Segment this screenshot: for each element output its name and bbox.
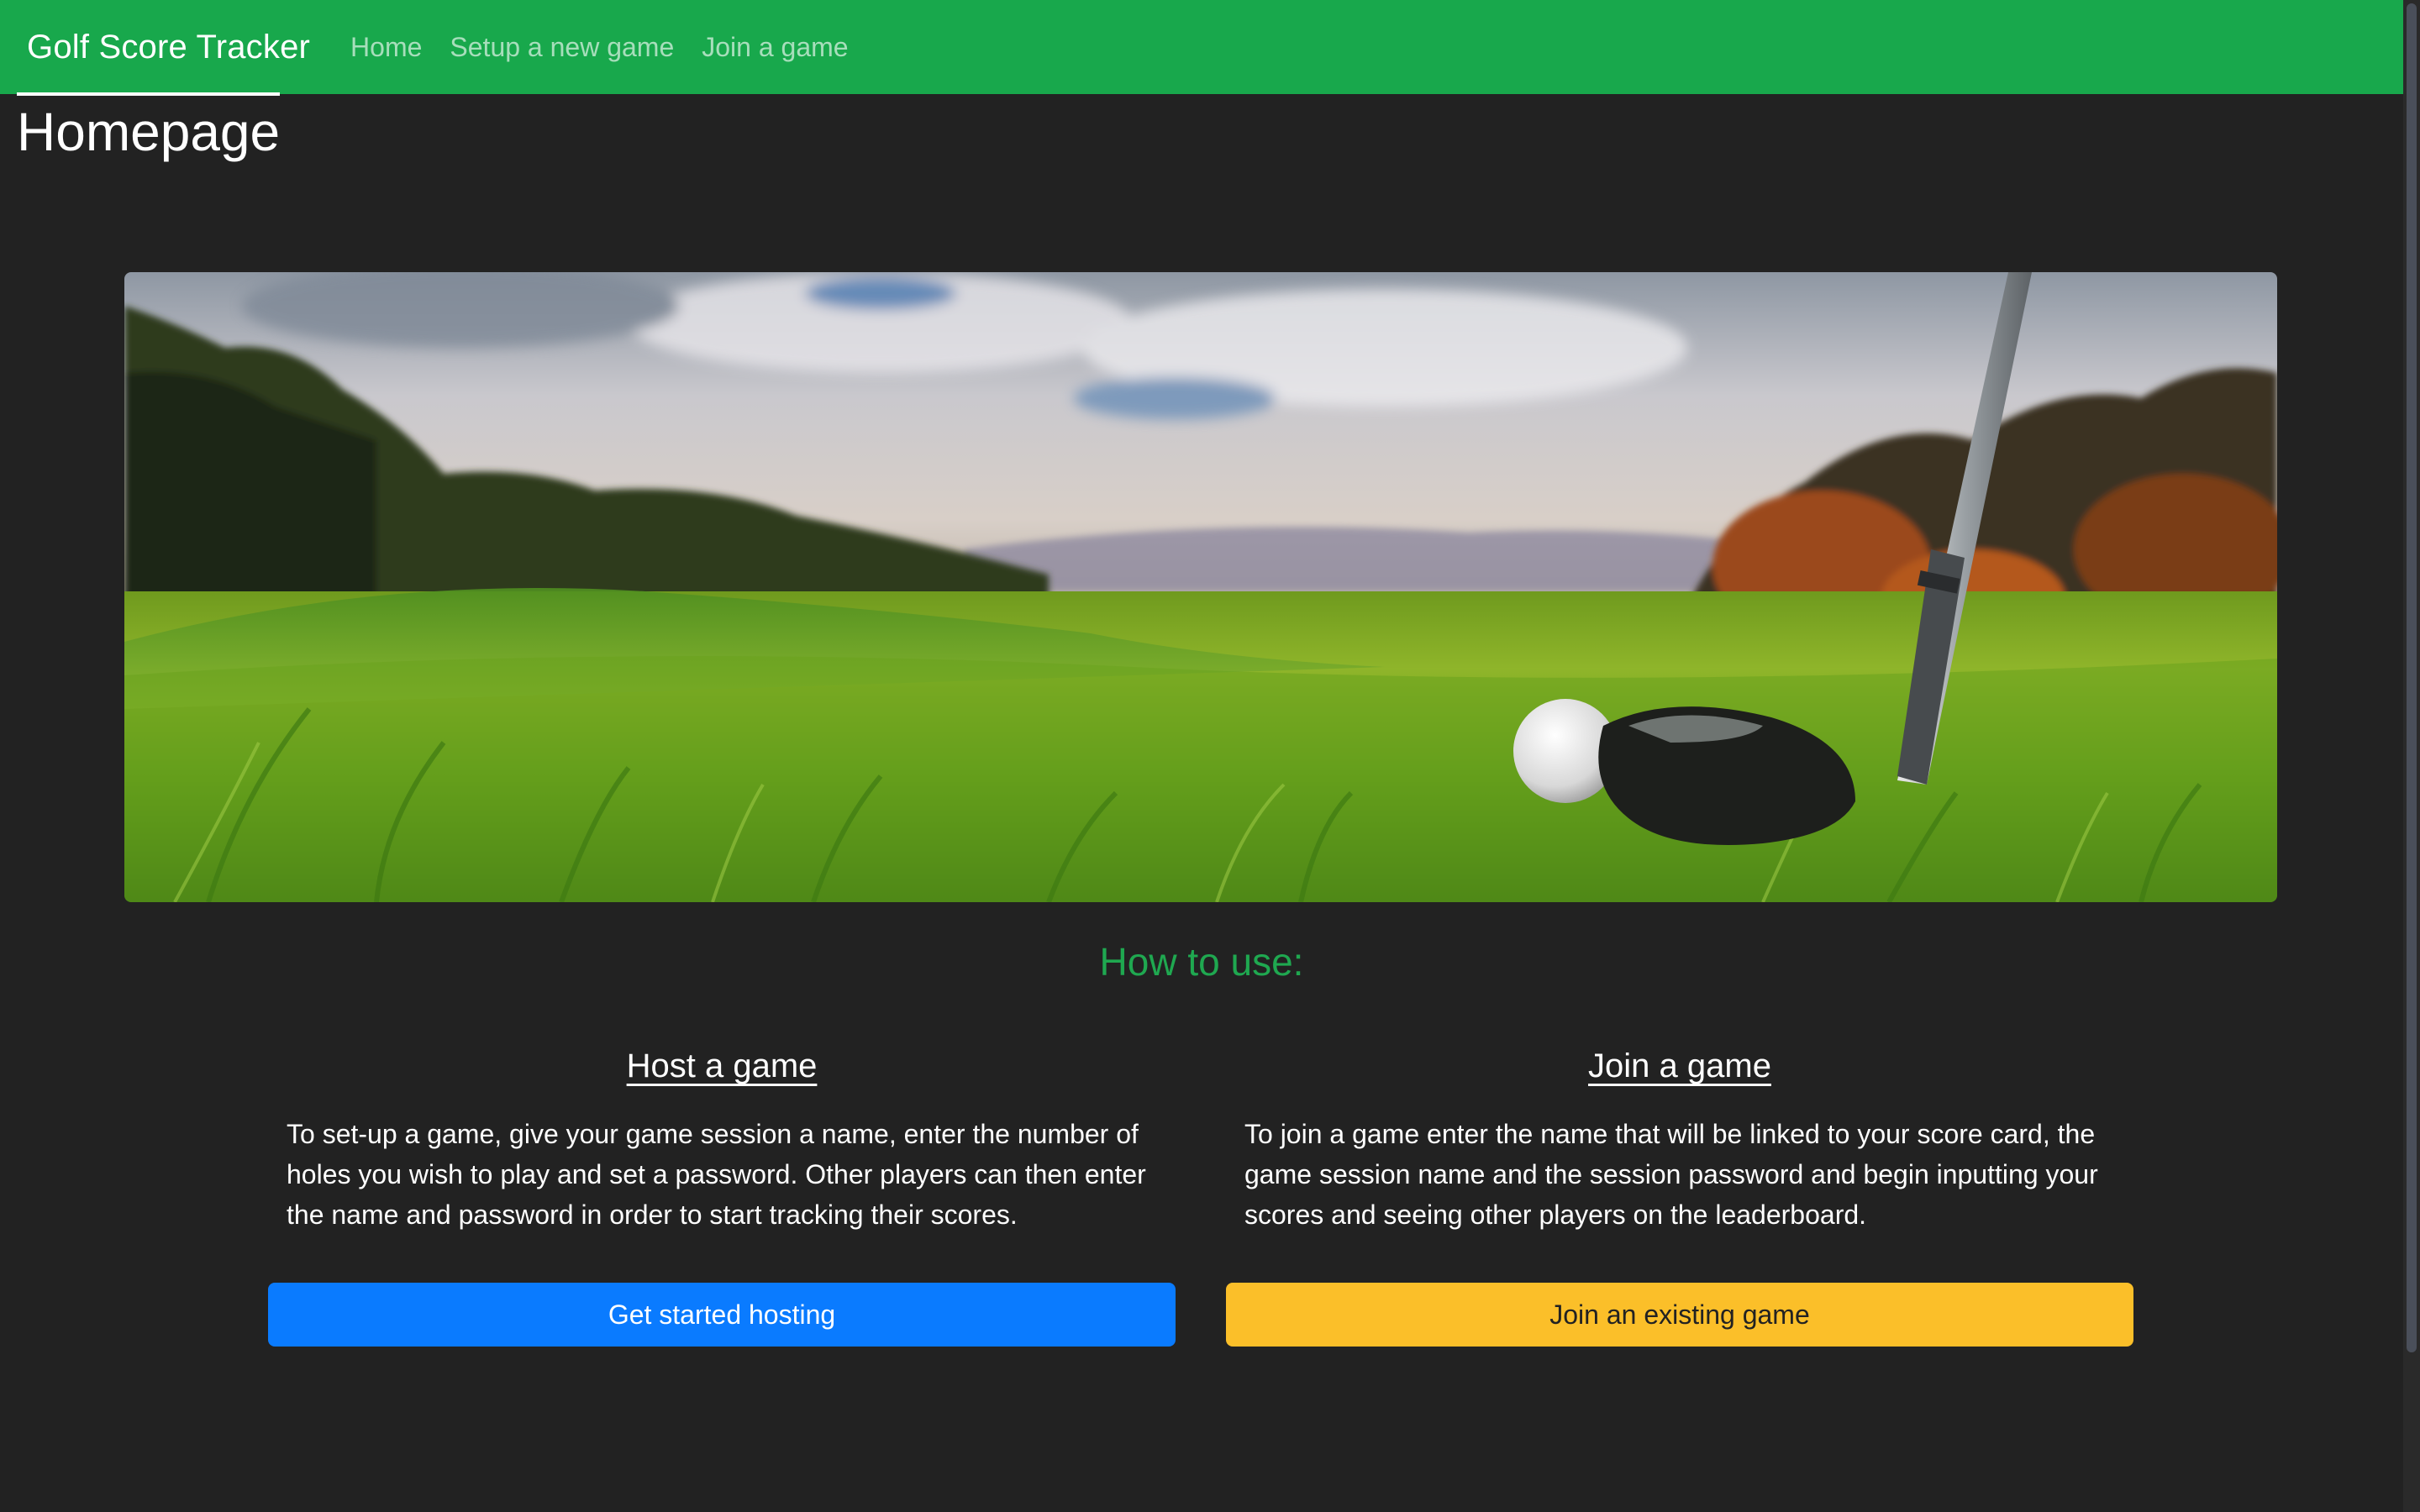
join-game-title: Join a game: [1588, 1047, 1771, 1084]
host-section: Host a game To set-up a game, give your …: [268, 1033, 1176, 1230]
host-game-description: To set-up a game, give your game session…: [287, 1119, 1146, 1230]
join-section: Join a game To join a game enter the nam…: [1226, 1033, 2133, 1230]
join-game-description: To join a game enter the name that will …: [1244, 1119, 2098, 1230]
host-game-title: Host a game: [626, 1047, 818, 1084]
get-started-hosting-button[interactable]: Get started hosting: [268, 1283, 1176, 1347]
nav-link-home[interactable]: Home: [350, 32, 422, 63]
nav-links: Home Setup a new game Join a game: [350, 32, 876, 63]
hero-golf-image: [124, 272, 2277, 902]
navbar: Golf Score Tracker Home Setup a new game…: [0, 0, 2403, 94]
page: Golf Score Tracker Home Setup a new game…: [0, 0, 2420, 1512]
join-existing-game-button[interactable]: Join an existing game: [1226, 1283, 2133, 1347]
vertical-scrollbar[interactable]: [2403, 0, 2420, 1512]
nav-link-join-game[interactable]: Join a game: [702, 32, 848, 63]
brand-link[interactable]: Golf Score Tracker: [27, 29, 310, 66]
page-title: Homepage: [17, 92, 281, 165]
scrollbar-thumb[interactable]: [2407, 3, 2417, 1352]
nav-link-setup-game[interactable]: Setup a new game: [450, 32, 674, 63]
how-to-use-heading: How to use:: [1099, 940, 1304, 984]
